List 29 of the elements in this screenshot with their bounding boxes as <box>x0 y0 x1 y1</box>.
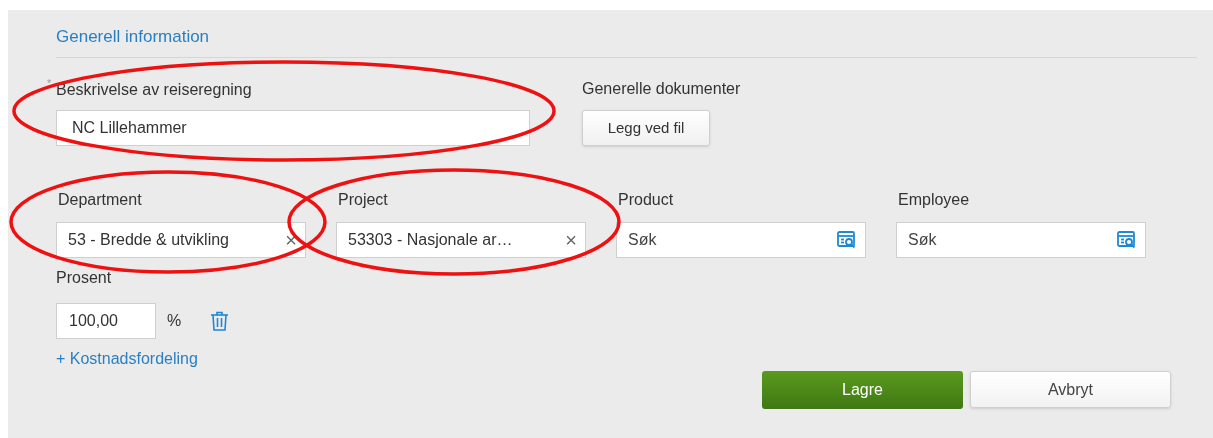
field-label: Employee <box>898 190 970 210</box>
input-field[interactable]: NC Lillehammer <box>56 110 530 146</box>
input-field[interactable]: Søk <box>616 222 866 258</box>
clear-icon[interactable]: × <box>285 230 297 250</box>
unit-label: % <box>167 311 182 331</box>
cancel-button[interactable]: Avbryt <box>970 371 1171 408</box>
field-label: Beskrivelse av reiseregning <box>56 81 252 98</box>
section-title: Generell information <box>56 26 211 48</box>
required-mark: * <box>47 76 52 91</box>
input-field[interactable]: Søk <box>896 222 1146 258</box>
field-label: Prosent <box>56 268 112 288</box>
input-field[interactable]: 100,00 <box>56 303 156 339</box>
field-value: 53 - Bredde & utvikling <box>68 230 230 250</box>
field-value: 53303 - Nasjonale ar… <box>348 230 514 250</box>
search-icon[interactable] <box>837 231 857 249</box>
attach-file-button[interactable]: Legg ved fil <box>582 110 710 146</box>
trash-icon[interactable] <box>210 311 230 331</box>
placeholder-text: Søk <box>628 230 658 250</box>
field-label: Generelle dokumenter <box>582 79 741 99</box>
clear-icon[interactable]: × <box>565 230 577 250</box>
input-field[interactable]: 53 - Bredde & utvikling × <box>56 222 306 258</box>
field-label: Project <box>338 190 388 210</box>
cost-allocation-link[interactable]: + Kostnadsfordeling <box>56 347 198 371</box>
field-label: Department <box>58 190 142 210</box>
save-button[interactable]: Lagre <box>762 371 963 409</box>
search-icon[interactable] <box>1117 231 1137 249</box>
input-field[interactable]: 53303 - Nasjonale ar… × <box>336 222 586 258</box>
field-label: Product <box>618 190 674 210</box>
placeholder-text: Søk <box>908 230 938 250</box>
